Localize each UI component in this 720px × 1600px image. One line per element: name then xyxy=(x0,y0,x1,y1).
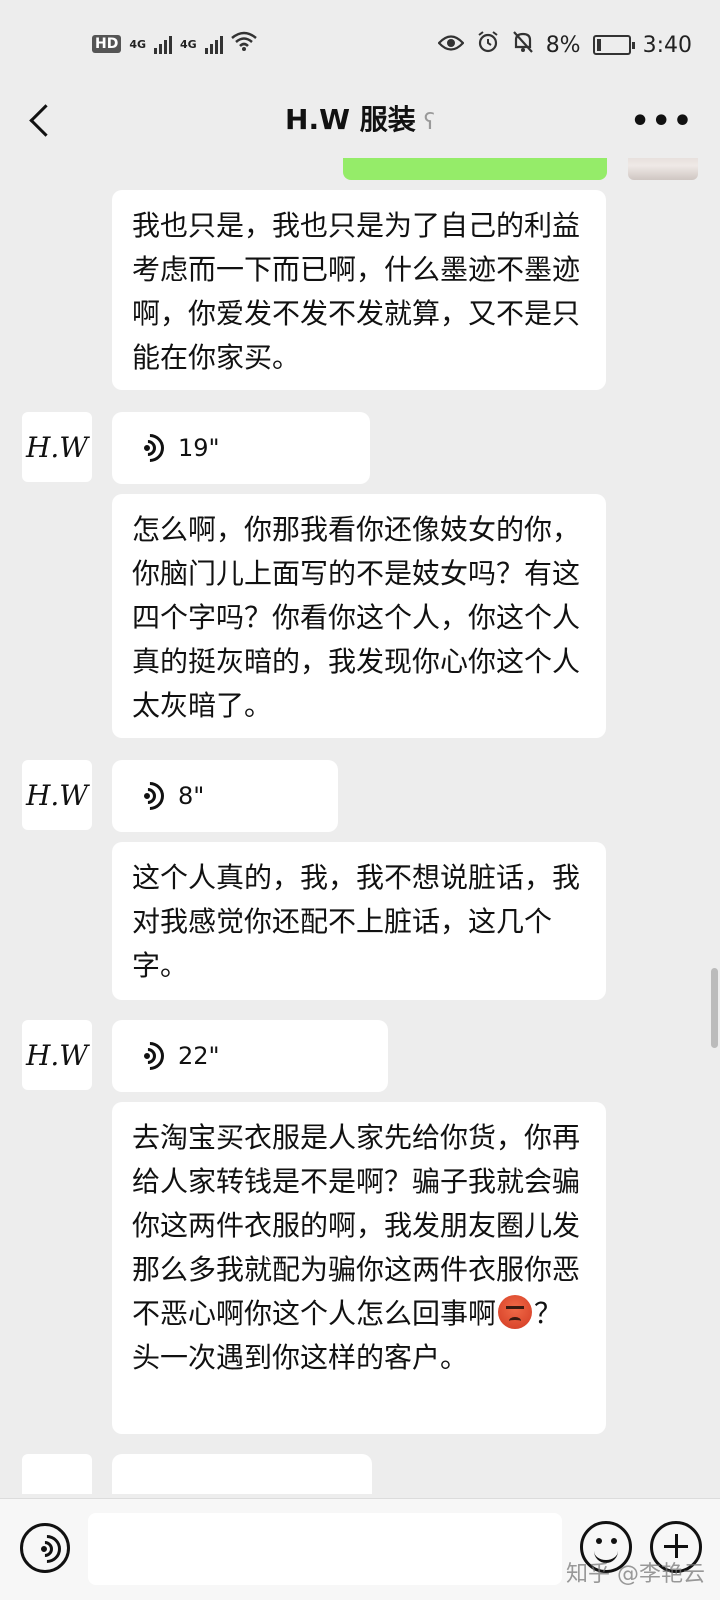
chat-title: H.W 服装 xyxy=(285,103,416,136)
more-options-button[interactable]: ••• xyxy=(630,104,694,139)
scrollbar-thumb[interactable] xyxy=(711,968,718,1048)
voice-message[interactable]: 8" xyxy=(112,760,338,832)
status-bar: HD 4G 4G 8% 3:40 xyxy=(0,0,720,88)
voice-wave-icon xyxy=(27,1529,67,1569)
eye-icon xyxy=(437,33,465,58)
battery-icon xyxy=(592,35,635,55)
signal-icon-2 xyxy=(204,34,223,54)
message-bubble[interactable]: 我也只是，我也只是为了自己的利益考虑而一下而已啊，什么墨迹不墨迹啊，你爱发不发不… xyxy=(112,190,606,390)
contact-avatar[interactable]: H.W xyxy=(22,760,92,830)
sent-message-bubble-partial[interactable] xyxy=(343,158,607,180)
voice-wave-icon xyxy=(130,428,170,468)
chat-header: H.W 服装 ʕ ••• xyxy=(0,88,720,158)
contact-avatar-partial[interactable] xyxy=(22,1454,92,1494)
chat-title-wrap: H.W 服装 ʕ xyxy=(0,98,720,138)
mute-bell-icon xyxy=(512,30,534,60)
voice-input-button[interactable] xyxy=(20,1523,70,1573)
voice-duration: 22" xyxy=(178,1042,220,1070)
alarm-icon xyxy=(476,30,500,60)
ear-icon: ʕ xyxy=(423,110,435,135)
voice-message-partial[interactable] xyxy=(112,1454,372,1494)
clock: 3:40 xyxy=(642,32,692,58)
message-text: 这个人真的，我，我不想说脏话，我对我感觉你还配不上脏话，这几个字。 xyxy=(132,861,581,982)
signal-icon xyxy=(154,34,173,54)
voice-duration: 8" xyxy=(178,782,205,810)
watermark: 知乎 @李艳云 xyxy=(566,1562,705,1587)
message-bubble[interactable]: 去淘宝买衣服是人家先给你货，你再给人家转钱是不是啊？骗子我就会骗你这两件衣服的啊… xyxy=(112,1102,606,1434)
message-input[interactable] xyxy=(88,1513,562,1585)
wifi-icon xyxy=(230,30,257,58)
message-bubble[interactable]: 这个人真的，我，我不想说脏话，我对我感觉你还配不上脏话，这几个字。 xyxy=(112,842,606,1000)
message-text: 我也只是，我也只是为了自己的利益考虑而一下而已啊，什么墨迹不墨迹啊，你爱发不发不… xyxy=(132,209,581,374)
status-right: 8% 3:40 xyxy=(437,30,692,60)
battery-percent: 8% xyxy=(545,32,581,58)
voice-wave-icon xyxy=(130,1036,170,1076)
network-type-2: 4G xyxy=(180,37,197,51)
voice-message[interactable]: 19" xyxy=(112,412,370,484)
message-text: 怎么啊，你那我看你还像妓女的你，你脑门儿上面写的不是妓女吗？有这四个字吗？你看你… xyxy=(132,513,581,722)
hd-icon: HD xyxy=(92,35,122,53)
angry-face-icon xyxy=(498,1295,533,1329)
contact-avatar[interactable]: H.W xyxy=(22,1020,92,1090)
message-bubble[interactable]: 怎么啊，你那我看你还像妓女的你，你脑门儿上面写的不是妓女吗？有这四个字吗？你看你… xyxy=(112,494,606,738)
voice-wave-icon xyxy=(130,776,170,816)
voice-message[interactable]: 22" xyxy=(112,1020,388,1092)
voice-duration: 19" xyxy=(178,434,220,462)
chat-area[interactable]: 我也只是，我也只是为了自己的利益考虑而一下而已啊，什么墨迹不墨迹啊，你爱发不发不… xyxy=(0,158,720,1498)
network-type-1: 4G xyxy=(129,37,147,51)
my-avatar[interactable] xyxy=(628,158,698,180)
contact-avatar[interactable]: H.W xyxy=(22,412,92,482)
status-left: HD 4G 4G xyxy=(92,30,257,58)
